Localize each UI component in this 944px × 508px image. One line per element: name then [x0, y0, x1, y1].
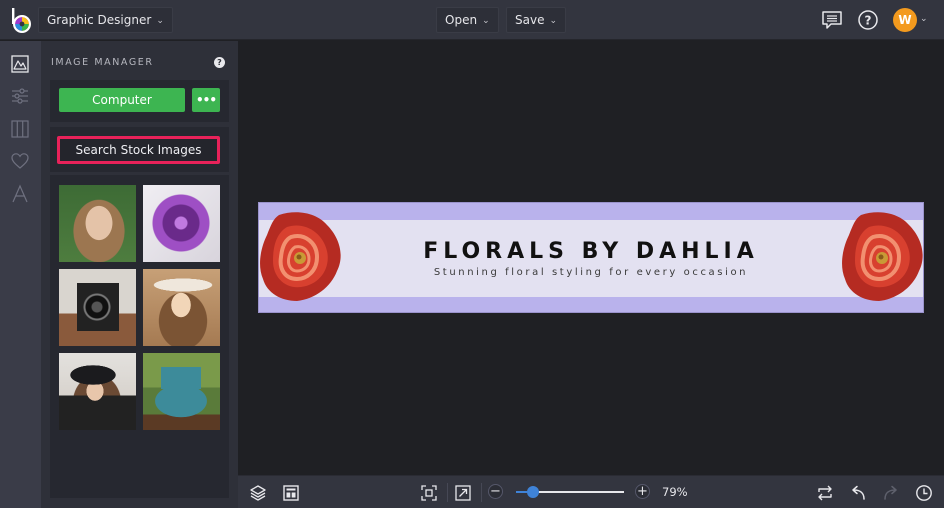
- mode-dropdown[interactable]: Graphic Designer ⌄: [38, 7, 173, 33]
- upload-card: Computer •••: [50, 80, 229, 122]
- layout-template-icon[interactable]: [282, 484, 300, 502]
- panel-title: IMAGE MANAGER: [51, 57, 154, 68]
- layers-icon[interactable]: [249, 484, 267, 502]
- search-stock-images-button[interactable]: Search Stock Images: [57, 136, 220, 164]
- canvas-area: FLORALS BY DAHLIA Stunning floral stylin…: [238, 41, 944, 475]
- tool-rail: [0, 41, 41, 508]
- zoom-slider-thumb[interactable]: [527, 486, 540, 498]
- thumbnail-woman-black-hat[interactable]: [59, 353, 136, 430]
- banner-design[interactable]: FLORALS BY DAHLIA Stunning floral stylin…: [258, 202, 924, 313]
- adjustments-icon[interactable]: [10, 86, 30, 106]
- banner-title: FLORALS BY DAHLIA: [423, 239, 759, 264]
- undo-icon[interactable]: [849, 484, 867, 502]
- thumbnail-grid: [59, 185, 220, 430]
- thumbnail-woman-hat[interactable]: [143, 269, 220, 346]
- image-manager-panel: IMAGE MANAGER ? Computer ••• Search Stoc…: [41, 41, 238, 508]
- chevron-down-icon: ⌄: [549, 16, 558, 26]
- image-manager-icon[interactable]: [10, 54, 30, 74]
- user-avatar[interactable]: W: [893, 8, 917, 32]
- open-label: Open: [445, 13, 478, 27]
- bottom-toolbar: − + 79%: [238, 475, 944, 508]
- layouts-icon[interactable]: [10, 119, 30, 139]
- computer-upload-button[interactable]: Computer: [59, 88, 185, 112]
- thumbnail-purple-flower[interactable]: [143, 185, 220, 262]
- zoom-slider[interactable]: [516, 486, 624, 498]
- image-library: [50, 175, 229, 498]
- search-card: Search Stock Images: [50, 127, 229, 172]
- chevron-down-icon: ⌄: [156, 16, 164, 26]
- thumbnail-woman-portrait[interactable]: [59, 185, 136, 262]
- save-button[interactable]: Save ⌄: [506, 7, 567, 33]
- history-clock-icon[interactable]: [915, 484, 933, 502]
- redo-icon[interactable]: [882, 484, 900, 502]
- top-bar: Graphic Designer ⌄ Open ⌄ Save ⌄ ? W ⌄: [0, 0, 944, 40]
- befunky-logo-icon[interactable]: [9, 6, 33, 34]
- zoom-out-button[interactable]: −: [488, 484, 503, 499]
- mode-label: Graphic Designer: [47, 13, 152, 27]
- swap-replace-icon[interactable]: [816, 484, 834, 502]
- thumbnail-blue-truck[interactable]: [143, 353, 220, 430]
- zoom-percentage: 79%: [662, 485, 688, 499]
- text-tool-icon[interactable]: [10, 184, 30, 204]
- more-sources-button[interactable]: •••: [192, 88, 220, 112]
- divider: [447, 483, 448, 502]
- help-icon[interactable]: ?: [214, 57, 225, 68]
- chevron-down-icon: ⌄: [482, 16, 490, 26]
- comments-icon[interactable]: [821, 9, 843, 31]
- svg-text:?: ?: [865, 14, 872, 28]
- banner-subtitle: Stunning floral styling for every occasi…: [433, 267, 749, 278]
- divider: [481, 483, 482, 502]
- open-button[interactable]: Open ⌄: [436, 7, 499, 33]
- thumbnail-vintage-camera[interactable]: [59, 269, 136, 346]
- zoom-in-button[interactable]: +: [635, 484, 650, 499]
- fit-to-screen-icon[interactable]: [420, 484, 438, 502]
- chevron-down-icon[interactable]: ⌄: [920, 14, 928, 24]
- help-icon[interactable]: ?: [857, 9, 879, 31]
- actual-size-icon[interactable]: [454, 484, 472, 502]
- favorites-heart-icon[interactable]: [10, 151, 30, 171]
- save-label: Save: [515, 13, 545, 27]
